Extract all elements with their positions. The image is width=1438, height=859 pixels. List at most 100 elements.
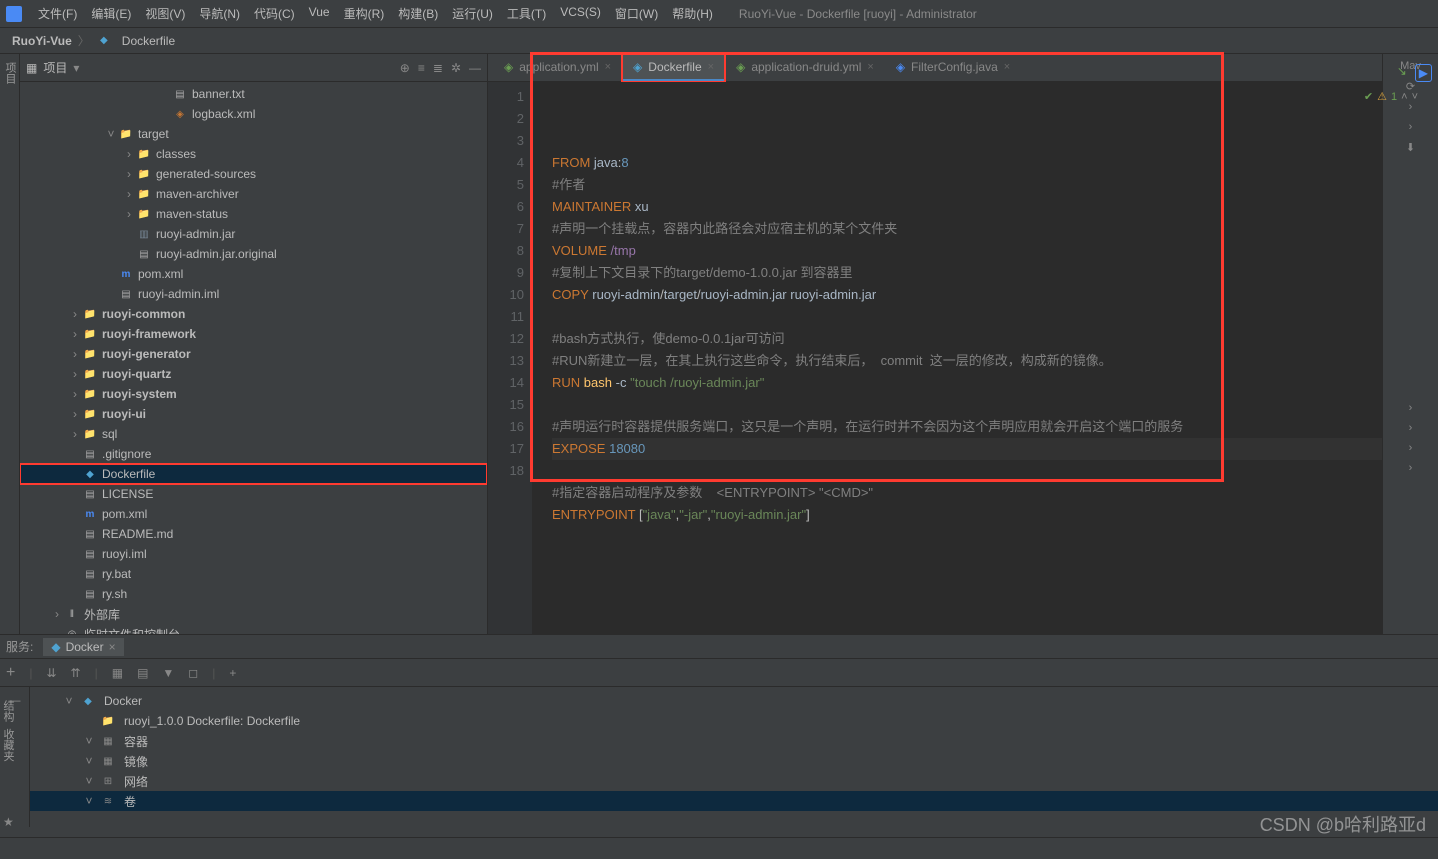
tree-arrow-icon[interactable]: › <box>68 327 82 341</box>
editor-body[interactable]: 123456789101112131415161718 ✔ ⚠ 1 ˄ ˅ FR… <box>488 82 1382 634</box>
project-tree[interactable]: ▤banner.txt◈logback.xml˅📁target›📁classes… <box>20 82 487 634</box>
tree-row[interactable]: ›📁ruoyi-common <box>20 304 487 324</box>
tree-row[interactable]: ›📁sql <box>20 424 487 444</box>
inspection-badge[interactable]: ✔ ⚠ 1 ˄ ˅ <box>1364 86 1418 108</box>
close-icon[interactable]: × <box>605 61 611 73</box>
group-icon[interactable]: ▤ <box>137 666 148 680</box>
code-line[interactable]: FROM java:8 <box>552 152 1382 174</box>
code-line[interactable]: #指定容器启动程序及参数 <ENTRYPOINT> "<CMD>" <box>552 482 1382 504</box>
star-icon[interactable]: ★ <box>3 815 14 829</box>
tree-row[interactable]: ▤banner.txt <box>20 84 487 104</box>
tree-row[interactable]: ▤ruoyi.iml <box>20 544 487 564</box>
editor-tab[interactable]: ◈Dockerfile× <box>623 55 724 81</box>
chevron-right-icon[interactable]: › <box>1409 121 1413 133</box>
services-tree[interactable]: ˅◆Docker📁ruoyi_1.0.0 Dockerfile: Dockerf… <box>30 687 1438 827</box>
chevron-right-icon[interactable]: › <box>1409 422 1413 434</box>
tree-arrow-icon[interactable]: ˅ <box>82 754 96 768</box>
grid-icon[interactable]: ▦ <box>112 666 123 680</box>
menu-item[interactable]: 帮助(H) <box>666 2 719 25</box>
tree-arrow-icon[interactable]: › <box>122 207 136 221</box>
tree-arrow-icon[interactable]: › <box>122 147 136 161</box>
tree-arrow-icon[interactable]: › <box>122 187 136 201</box>
collapse-all-icon[interactable]: ⇈ <box>71 666 81 680</box>
close-icon[interactable]: × <box>109 640 116 654</box>
code-line[interactable]: EXPOSE 18080 <box>552 438 1382 460</box>
code-line[interactable] <box>552 526 1382 548</box>
chevron-down-icon[interactable]: ˅ <box>1412 86 1418 108</box>
code-line[interactable] <box>552 460 1382 482</box>
breadcrumb-root[interactable]: RuoYi-Vue <box>12 34 72 48</box>
tree-arrow-icon[interactable]: › <box>68 387 82 401</box>
tree-arrow-icon[interactable]: › <box>122 167 136 181</box>
tree-row[interactable]: ›📁ruoyi-framework <box>20 324 487 344</box>
close-icon[interactable]: × <box>1004 61 1010 73</box>
tree-row[interactable]: ▤LICENSE <box>20 484 487 504</box>
code-line[interactable]: VOLUME /tmp <box>552 240 1382 262</box>
tree-arrow-icon[interactable]: ˅ <box>62 694 76 708</box>
menu-item[interactable]: 文件(F) <box>32 2 83 25</box>
tree-row[interactable]: ›📁generated-sources <box>20 164 487 184</box>
menu-item[interactable]: 导航(N) <box>193 2 246 25</box>
menu-item[interactable]: 运行(U) <box>446 2 499 25</box>
code-line[interactable]: #复制上下文目录下的target/demo-1.0.0.jar 到容器里 <box>552 262 1382 284</box>
services-tree-row[interactable]: ˅▦镜像 <box>30 751 1438 771</box>
tree-row[interactable]: ›📁ruoyi-quartz <box>20 364 487 384</box>
tree-arrow-icon[interactable]: › <box>68 347 82 361</box>
tree-arrow-icon[interactable]: ˅ <box>104 127 118 141</box>
add-icon[interactable]: + <box>6 664 15 682</box>
editor-tab[interactable]: ◈FilterConfig.java× <box>886 55 1020 81</box>
hide-icon[interactable]: — <box>469 61 481 75</box>
menu-item[interactable]: 编辑(E) <box>85 2 137 25</box>
menu-item[interactable]: 视图(V) <box>139 2 191 25</box>
hammer-icon[interactable]: ↘ <box>1397 64 1407 82</box>
close-icon[interactable]: × <box>867 61 873 73</box>
stop-icon[interactable]: ◻ <box>188 666 198 680</box>
chevron-right-icon[interactable]: › <box>1409 442 1413 454</box>
services-tree-row[interactable]: 📁ruoyi_1.0.0 Dockerfile: Dockerfile <box>30 711 1438 731</box>
code-line[interactable]: #bash方式执行，使demo-0.0.1jar可访问 <box>552 328 1382 350</box>
services-tree-row[interactable]: ˅▦容器 <box>30 731 1438 751</box>
code-line[interactable]: ENTRYPOINT ["java","-jar","ruoyi-admin.j… <box>552 504 1382 526</box>
editor-code[interactable]: ✔ ⚠ 1 ˄ ˅ FROM java:8#作者MAINTAINER xu#声明… <box>532 82 1382 634</box>
tree-arrow-icon[interactable]: ˅ <box>82 734 96 748</box>
left-vertical-tabs[interactable]: 结构 收藏夹 <box>0 700 16 761</box>
services-tree-row[interactable]: ˅◆Docker <box>30 691 1438 711</box>
tree-row[interactable]: ◆Dockerfile <box>20 464 487 484</box>
code-line[interactable] <box>552 306 1382 328</box>
tree-arrow-icon[interactable]: ˅ <box>82 774 96 788</box>
code-line[interactable]: RUN bash -c "touch /ruoyi-admin.jar" <box>552 372 1382 394</box>
chevron-down-icon[interactable]: ▾ <box>73 61 79 75</box>
services-tab-docker[interactable]: ◆ Docker × <box>43 638 123 656</box>
menu-item[interactable]: 窗口(W) <box>609 2 664 25</box>
tree-row[interactable]: ›📁ruoyi-generator <box>20 344 487 364</box>
tree-row[interactable]: ▤README.md <box>20 524 487 544</box>
toolbar-run-icons[interactable]: ↘ ▶ <box>1397 64 1432 82</box>
services-tree-row[interactable]: ˅⊞网络 <box>30 771 1438 791</box>
breadcrumb-file[interactable]: Dockerfile <box>122 34 175 48</box>
expand-all-icon[interactable]: ⇊ <box>46 666 56 680</box>
tree-row[interactable]: ›‖外部库 <box>20 604 487 624</box>
filter-icon[interactable]: ▼ <box>162 666 174 680</box>
menu-item[interactable]: 重构(R) <box>338 2 391 25</box>
tree-arrow-icon[interactable]: ˅ <box>82 794 96 808</box>
chevron-up-icon[interactable]: ˄ <box>1401 86 1407 108</box>
tree-row[interactable]: ›📁maven-status <box>20 204 487 224</box>
expand-icon[interactable]: ≡ <box>418 61 425 75</box>
menu-item[interactable]: 工具(T) <box>501 2 552 25</box>
tree-row[interactable]: ▤ry.sh <box>20 584 487 604</box>
tree-arrow-icon[interactable]: › <box>50 607 64 621</box>
code-line[interactable]: #声明一个挂载点，容器内此路径会对应宿主机的某个文件夹 <box>552 218 1382 240</box>
plus-icon[interactable]: + <box>229 666 236 680</box>
collapse-icon[interactable]: ≣ <box>433 61 443 75</box>
tree-row[interactable]: ›📁ruoyi-system <box>20 384 487 404</box>
menu-item[interactable]: VCS(S) <box>554 2 607 25</box>
menu-item[interactable]: Vue <box>303 2 336 25</box>
tree-row[interactable]: ▥ruoyi-admin.jar <box>20 224 487 244</box>
tree-arrow-icon[interactable]: › <box>68 307 82 321</box>
tree-row[interactable]: mpom.xml <box>20 264 487 284</box>
locate-icon[interactable]: ⊕ <box>400 61 410 75</box>
tree-row[interactable]: ˅📁target <box>20 124 487 144</box>
tree-row[interactable]: ›📁ruoyi-ui <box>20 404 487 424</box>
code-line[interactable]: #RUN新建立一层，在其上执行这些命令，执行结束后， commit 这一层的修改… <box>552 350 1382 372</box>
services-tree-row[interactable]: ˅≋卷 <box>30 791 1438 811</box>
